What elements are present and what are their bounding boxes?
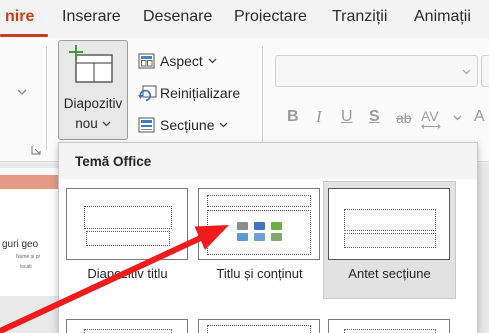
layout-button[interactable]: Aspect [138, 52, 258, 72]
tab-animations[interactable]: Animații [414, 8, 471, 26]
active-tab-indicator [0, 34, 48, 37]
powerpoint-window: nire Inserare Desenare Proiectare Tranzi… [0, 0, 489, 333]
text-placeholder [344, 233, 436, 248]
new-slide-layout-gallery: Temă Office Diapozitiv titlu Titlu și co… [58, 142, 478, 333]
picture-icon [237, 233, 248, 241]
theme-name: Temă Office [75, 154, 152, 169]
table-icon [237, 222, 248, 230]
chevron-down-icon [102, 121, 111, 126]
double-arrow-icon [421, 124, 441, 129]
tab-draw[interactable]: Desenare [143, 8, 212, 26]
change-case-button[interactable]: A [474, 107, 485, 127]
section-icon [138, 117, 155, 133]
section-label-group: Secțiune [160, 117, 228, 133]
chevron-down-icon [208, 58, 217, 64]
layout-icon [138, 53, 155, 69]
layout-option-title-slide[interactable]: Diapozitiv titlu [61, 181, 194, 299]
layout-option-section-header[interactable]: Antet secțiune [323, 181, 456, 299]
layout-thumbnail [66, 188, 188, 260]
section-label: Secțiune [160, 117, 215, 133]
group-separator [46, 46, 47, 150]
smartart-icon [271, 222, 282, 230]
bold-button[interactable]: B [287, 107, 299, 127]
layout-thumbnail [198, 188, 320, 260]
layout-option-title-and-content[interactable]: Titlu și conținut [193, 181, 326, 299]
video-icon [271, 233, 282, 241]
reset-icon [138, 85, 157, 102]
chevron-down-icon[interactable] [17, 89, 27, 96]
layout-label: Titlu și conținut [216, 266, 303, 281]
tab-home[interactable]: nire [5, 8, 34, 26]
dialog-launcher-icon[interactable] [31, 145, 41, 155]
title-placeholder [207, 325, 311, 333]
italic-button[interactable]: I [316, 107, 322, 127]
subtitle-placeholder [86, 231, 170, 246]
title-placeholder [84, 329, 172, 333]
layout-label: Aspect [160, 53, 203, 69]
strikethrough-button[interactable]: ab [396, 108, 412, 128]
font-name-combobox[interactable] [275, 55, 478, 87]
layout-option-partial[interactable] [328, 319, 450, 333]
group-separator [262, 46, 263, 150]
font-size-combobox[interactable] [481, 55, 489, 87]
ribbon-tab-bar: nire Inserare Desenare Proiectare Tranzi… [0, 0, 489, 38]
slide-canvas[interactable]: guri geo Nume și pr locati [0, 168, 58, 296]
tab-transitions[interactable]: Tranziții [332, 8, 387, 26]
slide-theme-band [0, 175, 58, 189]
slide-subtitle-text: locati [20, 264, 32, 270]
online-picture-icon [254, 233, 265, 241]
chevron-down-icon[interactable] [453, 115, 462, 121]
new-slide-dropdown[interactable]: nou [59, 116, 127, 131]
tab-insert[interactable]: Inserare [62, 8, 121, 26]
layout-label-group: Aspect [160, 53, 217, 69]
layout-label: Antet secțiune [348, 266, 431, 281]
chevron-down-icon [220, 122, 228, 128]
content-placeholder-icons [237, 222, 283, 242]
new-slide-label: Diapozitiv [63, 96, 123, 111]
layout-label: Diapozitiv titlu [87, 266, 168, 281]
reset-button[interactable]: Reinițializare [138, 84, 258, 104]
slide-subtitle-text: Nume și pr [16, 254, 41, 260]
tab-design[interactable]: Proiectare [234, 8, 307, 26]
reset-label-group: Reinițializare [160, 85, 240, 101]
reset-label: Reinițializare [160, 85, 241, 101]
gallery-header: Temă Office [59, 143, 477, 179]
new-slide-label-line2: nou [75, 116, 98, 131]
new-slide-button[interactable]: Diapozitiv nou [58, 40, 128, 140]
slide-title-text: guri geo [2, 239, 39, 250]
title-placeholder [344, 329, 436, 333]
character-spacing-button[interactable]: AV [421, 106, 439, 126]
new-slide-icon [69, 45, 113, 83]
title-placeholder [84, 206, 172, 229]
layout-option-partial[interactable] [66, 319, 188, 333]
title-placeholder [344, 209, 436, 231]
underline-button[interactable]: U [341, 107, 353, 127]
section-button[interactable]: Secțiune [138, 116, 258, 136]
title-placeholder [207, 195, 311, 207]
chevron-down-icon[interactable] [462, 69, 471, 75]
layout-thumbnail [328, 188, 450, 260]
shadow-button[interactable]: S [369, 107, 380, 127]
layout-option-partial[interactable] [198, 319, 320, 333]
chart-icon [254, 222, 265, 230]
